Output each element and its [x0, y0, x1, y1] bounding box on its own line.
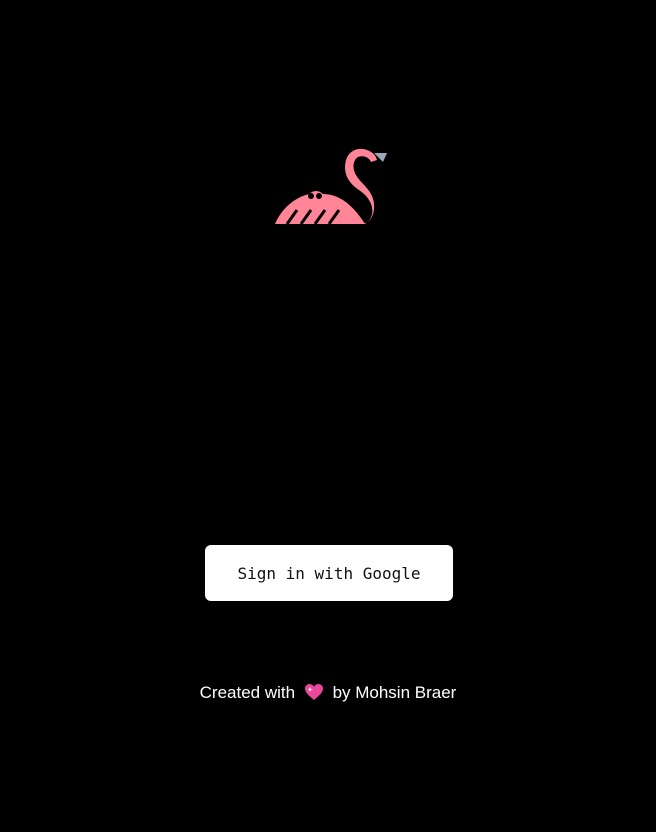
footer-credit: Created with by Mohsin Braer [0, 682, 656, 704]
footer-prefix: Created with [199, 683, 296, 702]
sparkling-heart-icon [304, 683, 324, 701]
login-page: Sign in with Google Created with by Mohs… [0, 0, 656, 832]
sign-in-with-google-button[interactable]: Sign in with Google [205, 545, 453, 601]
flamingo-icon [273, 144, 389, 228]
footer-suffix: by Mohsin Braer [332, 683, 457, 702]
